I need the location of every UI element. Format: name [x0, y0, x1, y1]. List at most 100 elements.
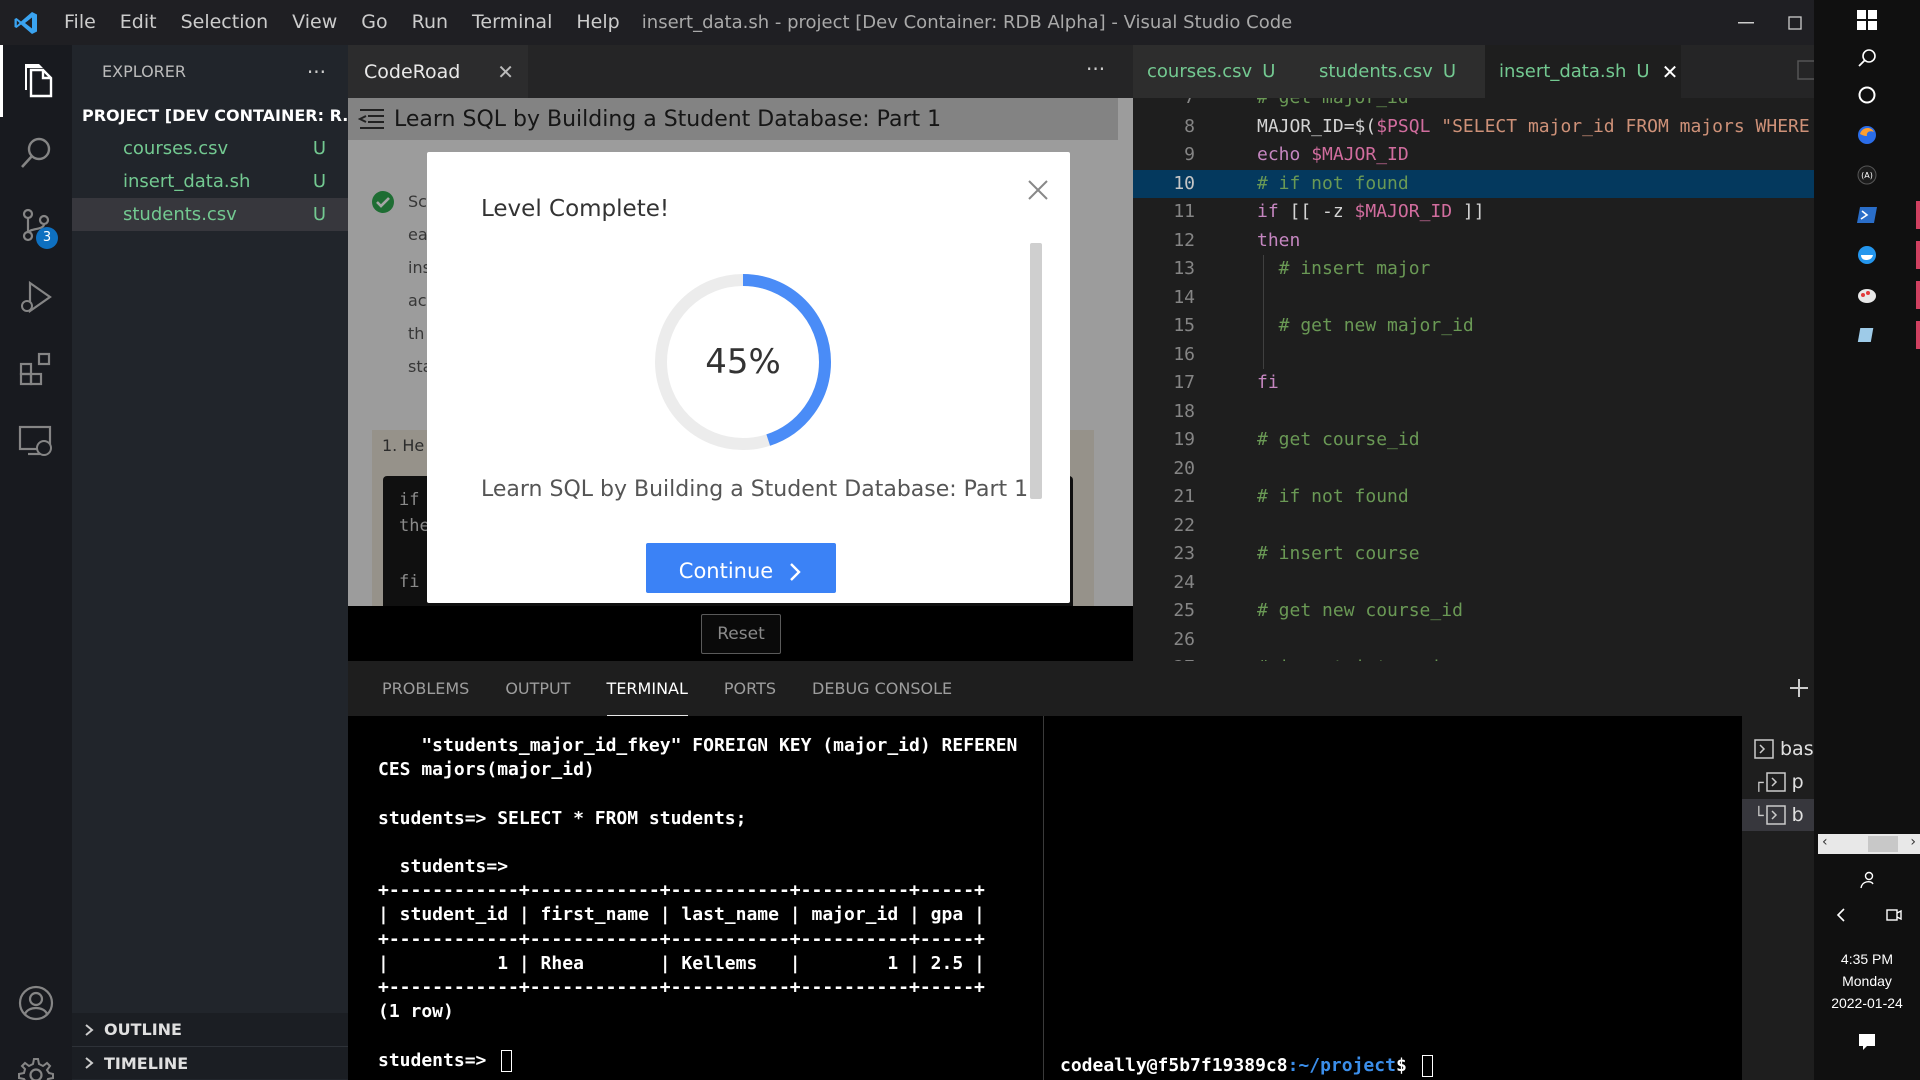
- terminal-list-item[interactable]: bas: [1742, 733, 1814, 765]
- search-activity[interactable]: [0, 117, 72, 189]
- code-line[interactable]: 22: [1133, 512, 1814, 541]
- code-line[interactable]: 10 # if not found: [1133, 169, 1814, 198]
- menu-help[interactable]: Help: [564, 0, 631, 45]
- tab-problems[interactable]: PROBLEMS: [382, 661, 469, 716]
- line-number: 7: [1133, 98, 1195, 113]
- code-line[interactable]: 21 # if not found: [1133, 483, 1814, 512]
- code-line[interactable]: 20: [1133, 455, 1814, 484]
- terminal-left[interactable]: "students_major_id_fkey" FOREIGN KEY (ma…: [348, 716, 1043, 1080]
- explorer-sidebar: EXPLORER ··· PROJECT [DEV CONTAINER: R..…: [72, 45, 348, 1080]
- menu-edit[interactable]: Edit: [108, 0, 169, 45]
- notifications-button[interactable]: [1814, 1022, 1920, 1062]
- code-line[interactable]: 17 fi: [1133, 369, 1814, 398]
- accounts-activity[interactable]: [0, 967, 72, 1039]
- code-editor[interactable]: 7 # get major_id 8 MAJOR_ID=$($PSQL "SELECT…: [1133, 98, 1814, 661]
- scroll-thumb[interactable]: [1868, 836, 1898, 852]
- meet-now-button[interactable]: [1867, 895, 1920, 935]
- project-folder[interactable]: PROJECT [DEV CONTAINER: R...: [72, 98, 348, 132]
- terminal-right[interactable]: codeally@f5b7f19389c8:~/project$: [1044, 716, 1742, 1080]
- reset-button[interactable]: Reset: [701, 614, 781, 654]
- people-button[interactable]: [1814, 860, 1920, 900]
- taskbar-scrollbar[interactable]: ‹ ›: [1818, 834, 1920, 854]
- code-text: MAJOR_ID=$($PSQL "SELECT major_id FROM m…: [1257, 115, 1810, 137]
- line-number: 8: [1184, 115, 1195, 137]
- terminal-list-item[interactable]: └ b: [1742, 799, 1814, 831]
- explorer-more-button[interactable]: ···: [307, 60, 326, 84]
- close-icon[interactable]: ✕: [1662, 60, 1679, 84]
- modal-close-button[interactable]: [1027, 174, 1049, 209]
- taskbar-search-button[interactable]: [1814, 38, 1920, 78]
- code-line[interactable]: 27 # insert into majors_courses: [1133, 654, 1814, 661]
- minimize-button[interactable]: [1716, 0, 1776, 45]
- code-line[interactable]: 24: [1133, 569, 1814, 598]
- tab-debug-console[interactable]: DEBUG CONSOLE: [812, 661, 952, 716]
- code-text: # if not found: [1257, 486, 1409, 507]
- code-line[interactable]: 18: [1133, 398, 1814, 427]
- tab-output[interactable]: OUTPUT: [505, 661, 570, 716]
- continue-button[interactable]: Continue: [646, 543, 836, 593]
- code-line[interactable]: 9 echo $MAJOR_ID: [1133, 141, 1814, 170]
- code-line[interactable]: 26: [1133, 626, 1814, 655]
- code-line[interactable]: 14: [1133, 284, 1814, 313]
- file-students-csv[interactable]: students.csv U: [72, 198, 348, 231]
- menu-terminal[interactable]: Terminal: [460, 0, 564, 45]
- taskbar-clock[interactable]: 4:35 PM Monday 2022-01-24: [1814, 948, 1920, 1014]
- tab-insert-data-sh[interactable]: insert_data.sh U ✕: [1485, 45, 1681, 98]
- start-button[interactable]: [1814, 0, 1920, 40]
- coderoad-more-button[interactable]: ···: [1086, 57, 1105, 81]
- close-icon[interactable]: ✕: [497, 60, 514, 84]
- code-text: fi: [1257, 372, 1279, 393]
- tab-coderoad[interactable]: CodeRoad ✕: [348, 45, 528, 98]
- tray-expand-button[interactable]: [1814, 895, 1867, 935]
- taskbar-app-paint[interactable]: [1814, 275, 1920, 315]
- code-line[interactable]: 12 then: [1133, 227, 1814, 256]
- taskbar-app-docker[interactable]: [1814, 235, 1920, 275]
- menu-view[interactable]: View: [280, 0, 349, 45]
- manage-activity[interactable]: [0, 1039, 72, 1080]
- run-debug-activity[interactable]: [0, 261, 72, 333]
- maximize-button[interactable]: [1776, 0, 1814, 45]
- code-line[interactable]: 16: [1133, 341, 1814, 370]
- tab-students-csv[interactable]: students.csv U: [1305, 45, 1485, 98]
- tab-courses-csv[interactable]: courses.csv U: [1133, 45, 1305, 98]
- chevron-right-icon[interactable]: ›: [1910, 834, 1916, 850]
- file-insert-data-sh[interactable]: insert_data.sh U: [72, 165, 348, 198]
- timeline-section[interactable]: TIMELINE: [72, 1046, 348, 1079]
- terminal-line: CES majors(major_id): [378, 759, 595, 781]
- code-line[interactable]: 25 # get new course_id: [1133, 597, 1814, 626]
- modal-scrollbar[interactable]: [1030, 243, 1042, 499]
- terminal-icon: [1754, 739, 1774, 759]
- code-line[interactable]: 19 # get course_id: [1133, 426, 1814, 455]
- explorer-activity[interactable]: [0, 45, 72, 117]
- code-text: if [[ -z $MAJOR_ID ]]: [1257, 201, 1485, 222]
- paint-icon: [1858, 289, 1876, 303]
- tab-ports[interactable]: PORTS: [724, 661, 776, 716]
- menu-run[interactable]: Run: [400, 0, 460, 45]
- cortana-circle-icon: [1858, 86, 1876, 104]
- taskbar-app-powershell[interactable]: [1814, 195, 1920, 235]
- code-line[interactable]: 15 # get new major_id: [1133, 312, 1814, 341]
- menu-selection[interactable]: Selection: [169, 0, 281, 45]
- code-line[interactable]: 23 # insert course: [1133, 540, 1814, 569]
- source-control-activity[interactable]: 3: [0, 189, 72, 261]
- outline-section[interactable]: OUTLINE: [72, 1013, 348, 1046]
- terminal-list-item[interactable]: ┌ p: [1742, 766, 1814, 798]
- chevron-left-icon[interactable]: ‹: [1822, 834, 1828, 850]
- taskbar-app-notes[interactable]: [1814, 315, 1920, 355]
- tab-terminal[interactable]: TERMINAL: [606, 661, 688, 716]
- code-line[interactable]: 11 if [[ -z $MAJOR_ID ]]: [1133, 198, 1814, 227]
- taskbar-app-a[interactable]: (A): [1814, 155, 1920, 195]
- task-view-button[interactable]: [1814, 75, 1920, 115]
- extensions-activity[interactable]: [0, 333, 72, 405]
- new-terminal-icon[interactable]: [1788, 677, 1810, 699]
- code-line[interactable]: 7 # get major_id: [1133, 98, 1814, 113]
- menu-file[interactable]: File: [52, 0, 108, 45]
- tab-status: U: [1636, 61, 1650, 82]
- file-courses-csv[interactable]: courses.csv U: [72, 132, 348, 165]
- terminal-line: students=> SELECT * FROM students;: [378, 807, 747, 829]
- remote-explorer-activity[interactable]: [0, 405, 72, 477]
- code-line[interactable]: 13 # insert major: [1133, 255, 1814, 284]
- menu-go[interactable]: Go: [349, 0, 399, 45]
- taskbar-app-firefox[interactable]: [1814, 115, 1920, 155]
- code-line[interactable]: 8 MAJOR_ID=$($PSQL "SELECT major_id FROM …: [1133, 113, 1814, 142]
